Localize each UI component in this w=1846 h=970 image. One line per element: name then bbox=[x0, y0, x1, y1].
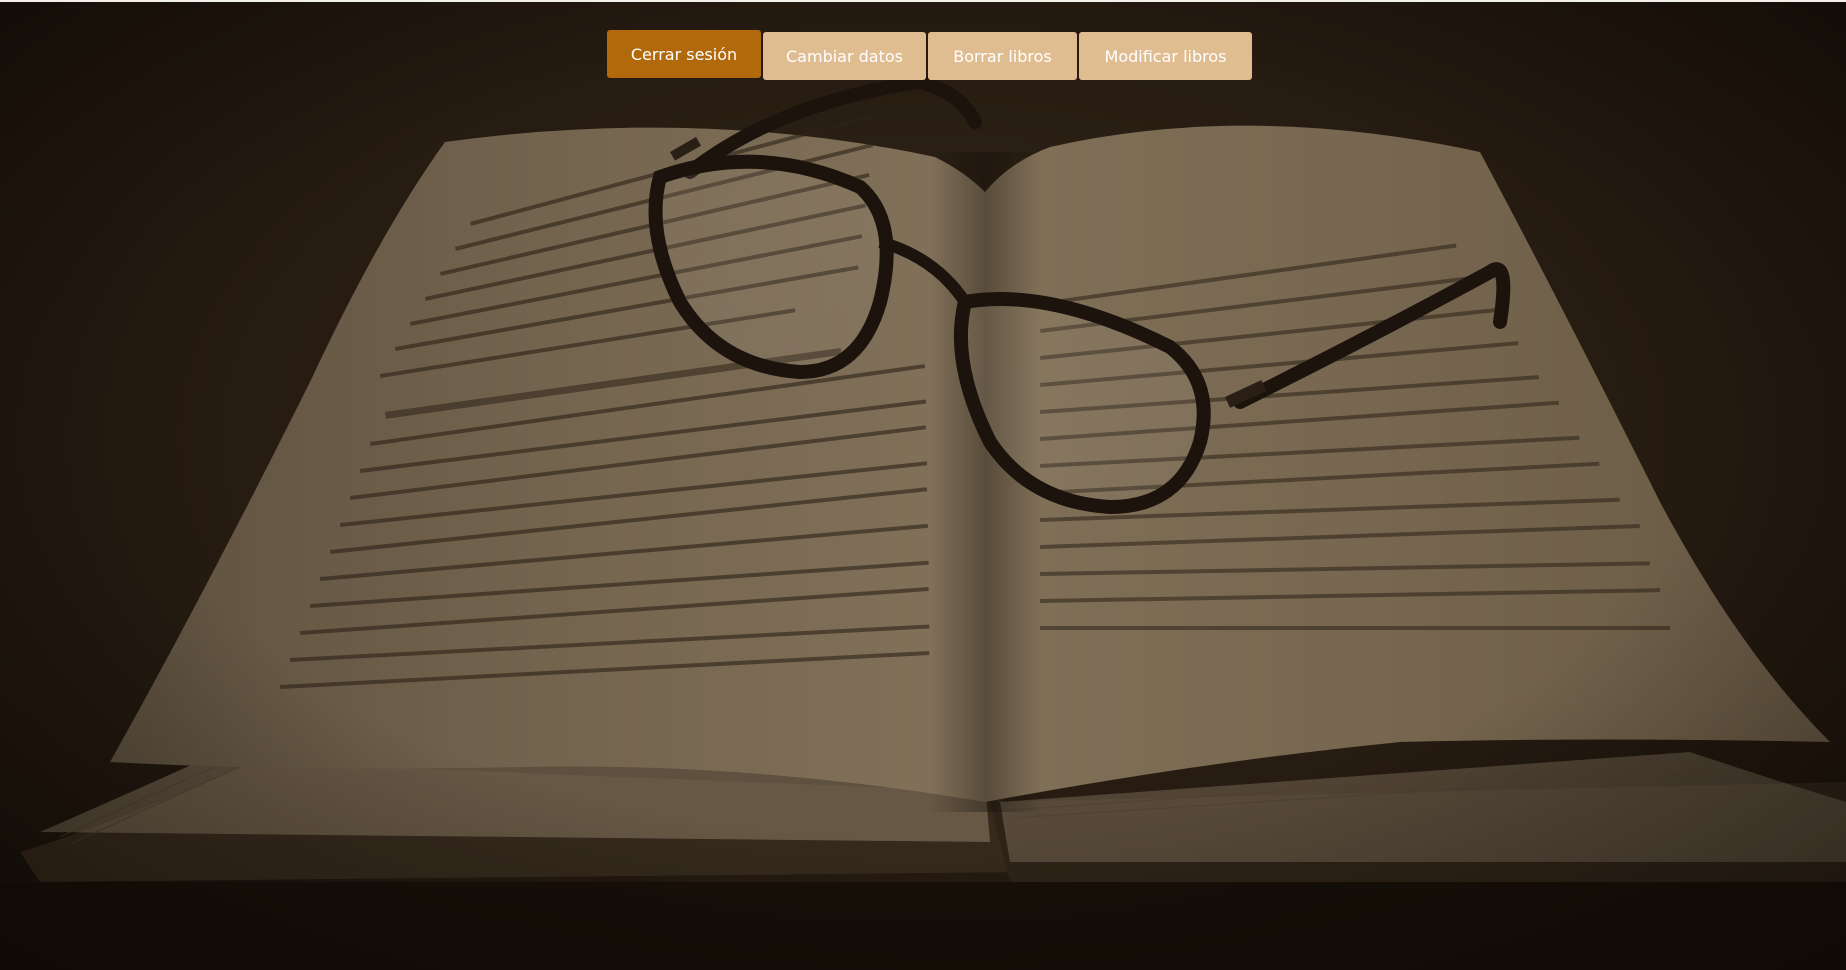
top-navigation: Cerrar sesión Cambiar datos Borrar libro… bbox=[607, 30, 1252, 80]
book-and-glasses-photo bbox=[0, 2, 1846, 970]
modificar-libros-button[interactable]: Modificar libros bbox=[1079, 32, 1252, 80]
cerrar-sesion-button[interactable]: Cerrar sesión bbox=[607, 30, 761, 78]
hero-background bbox=[0, 2, 1846, 970]
borrar-libros-button[interactable]: Borrar libros bbox=[928, 32, 1077, 80]
cambiar-datos-button[interactable]: Cambiar datos bbox=[763, 32, 926, 80]
